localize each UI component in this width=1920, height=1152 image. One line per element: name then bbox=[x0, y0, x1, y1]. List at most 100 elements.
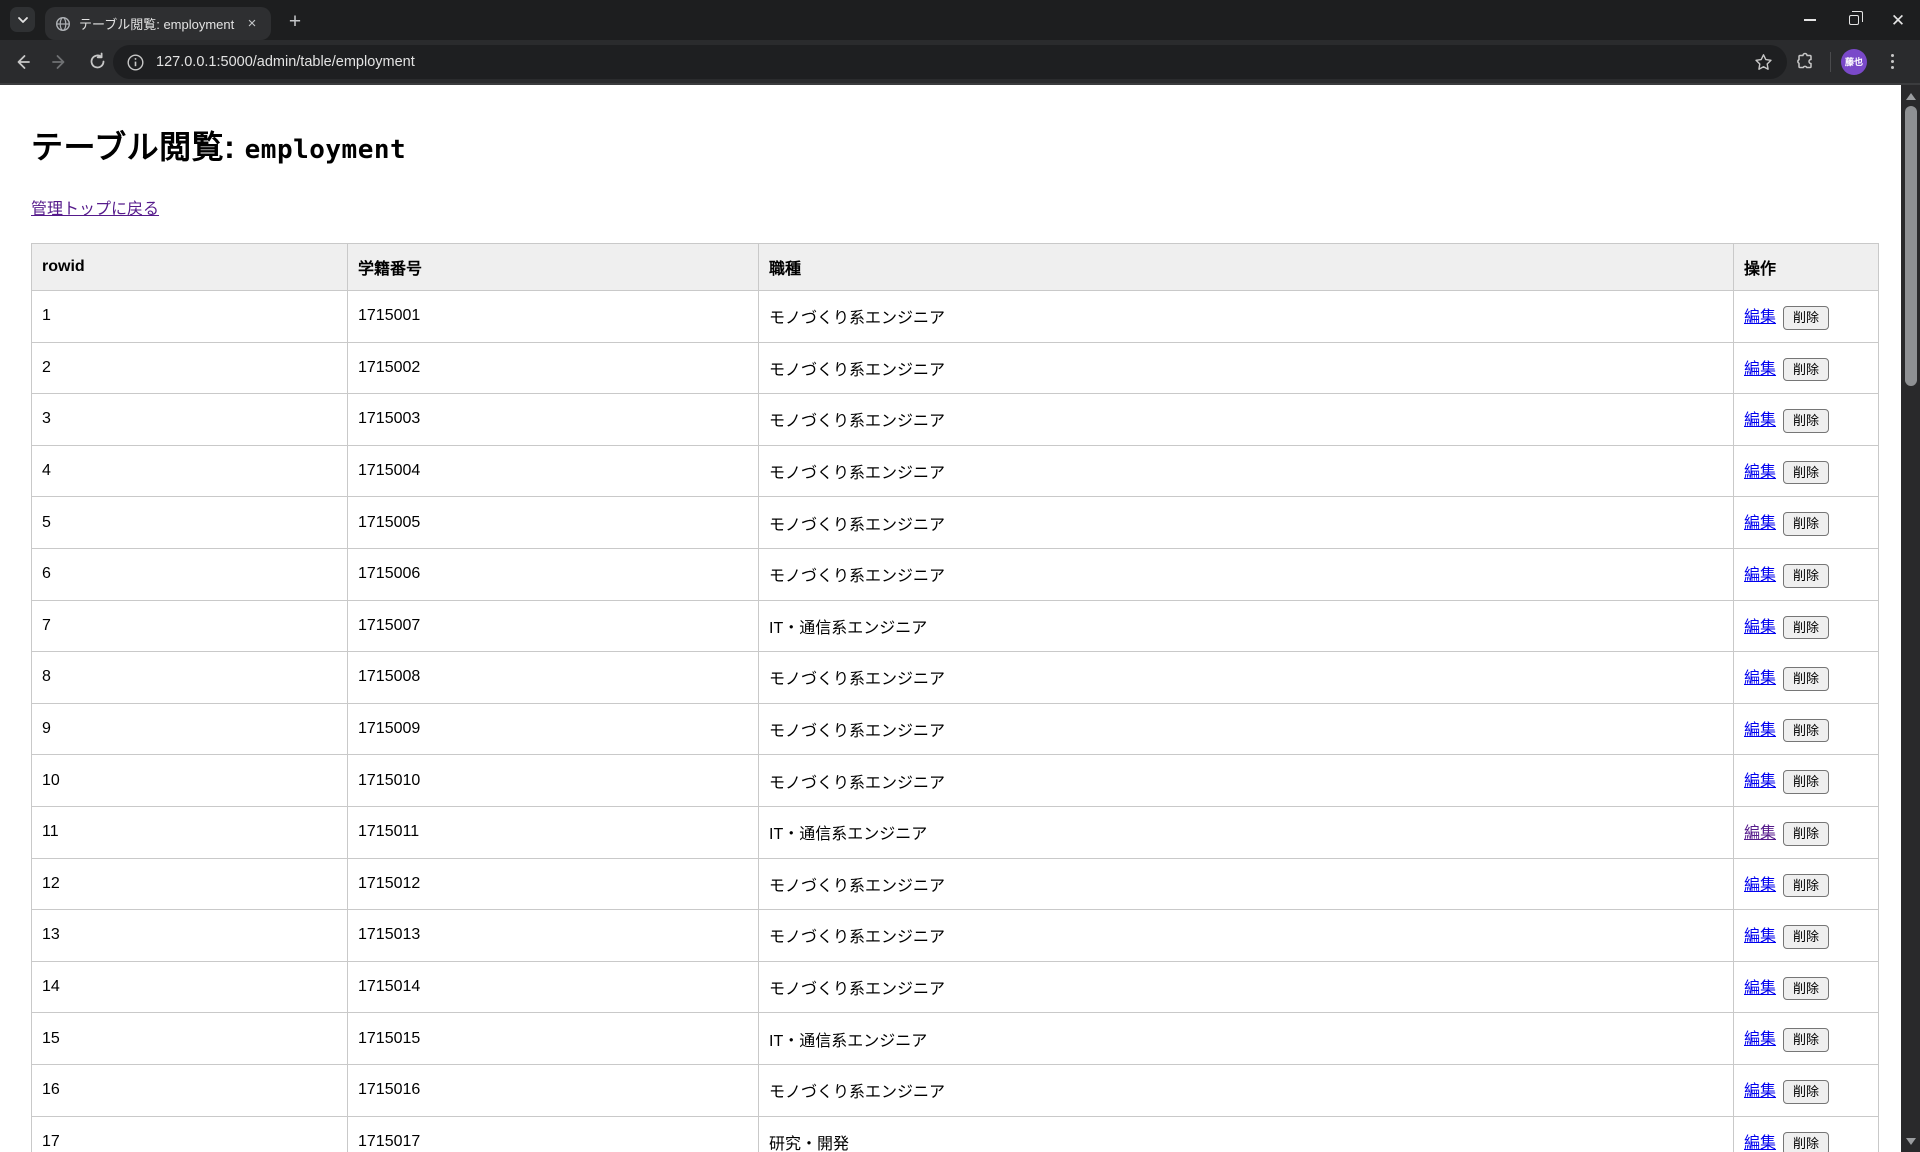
rowid-cell: 13 bbox=[32, 910, 348, 962]
edit-link[interactable]: 編集 bbox=[1744, 928, 1776, 945]
tab-bar: テーブル閲覧: employment × + ✕ bbox=[0, 0, 1920, 40]
scroll-down-icon[interactable] bbox=[1901, 1133, 1920, 1149]
delete-button[interactable]: 削除 bbox=[1783, 977, 1829, 1001]
browser-toolbar: 127.0.0.1:5000/admin/table/employment 藤也 bbox=[0, 40, 1920, 85]
actions-cell: 編集削除 bbox=[1734, 394, 1879, 446]
table-row: 31715003モノづくり系エンジニア編集削除 bbox=[32, 394, 1879, 446]
job-type-cell: モノづくり系エンジニア bbox=[759, 858, 1734, 910]
menu-kebab-icon[interactable] bbox=[1877, 47, 1907, 77]
delete-button[interactable]: 削除 bbox=[1783, 719, 1829, 743]
job-type-cell: モノづくり系エンジニア bbox=[759, 652, 1734, 704]
student-id-cell: 1715009 bbox=[348, 703, 759, 755]
job-type-cell: モノづくり系エンジニア bbox=[759, 394, 1734, 446]
tab-search-button[interactable] bbox=[10, 7, 35, 32]
profile-avatar[interactable]: 藤也 bbox=[1841, 49, 1867, 75]
back-to-admin-link[interactable]: 管理トップに戻る bbox=[31, 201, 159, 218]
browser-tab[interactable]: テーブル閲覧: employment × bbox=[45, 7, 271, 40]
delete-button[interactable]: 削除 bbox=[1783, 925, 1829, 949]
vertical-scrollbar[interactable] bbox=[1901, 85, 1920, 1152]
edit-link[interactable]: 編集 bbox=[1744, 773, 1776, 790]
table-row: 51715005モノづくり系エンジニア編集削除 bbox=[32, 497, 1879, 549]
tab-close-icon[interactable]: × bbox=[243, 15, 261, 33]
bookmark-star-icon[interactable] bbox=[1754, 53, 1773, 72]
delete-button[interactable]: 削除 bbox=[1783, 616, 1829, 640]
scroll-up-icon[interactable] bbox=[1901, 88, 1920, 104]
column-header-actions: 操作 bbox=[1734, 244, 1879, 291]
job-type-cell: モノづくり系エンジニア bbox=[759, 703, 1734, 755]
job-type-cell: モノづくり系エンジニア bbox=[759, 548, 1734, 600]
student-id-cell: 1715003 bbox=[348, 394, 759, 446]
table-row: 161715016モノづくり系エンジニア編集削除 bbox=[32, 1064, 1879, 1116]
rowid-cell: 6 bbox=[32, 548, 348, 600]
delete-button[interactable]: 削除 bbox=[1783, 409, 1829, 433]
delete-button[interactable]: 削除 bbox=[1783, 1028, 1829, 1052]
delete-button[interactable]: 削除 bbox=[1783, 667, 1829, 691]
edit-link[interactable]: 編集 bbox=[1744, 619, 1776, 636]
job-type-cell: モノづくり系エンジニア bbox=[759, 445, 1734, 497]
job-type-cell: モノづくり系エンジニア bbox=[759, 342, 1734, 394]
edit-link[interactable]: 編集 bbox=[1744, 361, 1776, 378]
window-close-icon[interactable]: ✕ bbox=[1876, 0, 1920, 40]
job-type-cell: モノづくり系エンジニア bbox=[759, 961, 1734, 1013]
globe-icon bbox=[55, 16, 71, 32]
edit-link[interactable]: 編集 bbox=[1744, 464, 1776, 481]
new-tab-icon[interactable]: + bbox=[282, 9, 308, 35]
page-viewport: テーブル閲覧: employment 管理トップに戻る rowid 学籍番号 職… bbox=[0, 85, 1901, 1152]
actions-cell: 編集削除 bbox=[1734, 445, 1879, 497]
table-row: 121715012モノづくり系エンジニア編集削除 bbox=[32, 858, 1879, 910]
table-row: 91715009モノづくり系エンジニア編集削除 bbox=[32, 703, 1879, 755]
delete-button[interactable]: 削除 bbox=[1783, 1080, 1829, 1104]
table-row: 81715008モノづくり系エンジニア編集削除 bbox=[32, 652, 1879, 704]
actions-cell: 編集削除 bbox=[1734, 703, 1879, 755]
forward-icon[interactable] bbox=[43, 40, 77, 83]
actions-cell: 編集削除 bbox=[1734, 291, 1879, 343]
restore-icon[interactable] bbox=[1832, 0, 1876, 40]
delete-button[interactable]: 削除 bbox=[1783, 822, 1829, 846]
table-row: 61715006モノづくり系エンジニア編集削除 bbox=[32, 548, 1879, 600]
edit-link[interactable]: 編集 bbox=[1744, 412, 1776, 429]
actions-cell: 編集削除 bbox=[1734, 910, 1879, 962]
column-header-job-type: 職種 bbox=[759, 244, 1734, 291]
job-type-cell: IT・通信系エンジニア bbox=[759, 600, 1734, 652]
rowid-cell: 17 bbox=[32, 1116, 348, 1152]
student-id-cell: 1715007 bbox=[348, 600, 759, 652]
job-type-cell: モノづくり系エンジニア bbox=[759, 910, 1734, 962]
url-text[interactable]: 127.0.0.1:5000/admin/table/employment bbox=[156, 54, 1754, 70]
edit-link[interactable]: 編集 bbox=[1744, 1031, 1776, 1048]
address-bar[interactable]: 127.0.0.1:5000/admin/table/employment bbox=[113, 45, 1787, 79]
actions-cell: 編集削除 bbox=[1734, 961, 1879, 1013]
edit-link[interactable]: 編集 bbox=[1744, 515, 1776, 532]
extensions-icon[interactable] bbox=[1790, 47, 1820, 77]
edit-link[interactable]: 編集 bbox=[1744, 1083, 1776, 1100]
edit-link[interactable]: 編集 bbox=[1744, 825, 1776, 842]
reload-icon[interactable] bbox=[80, 40, 114, 83]
edit-link[interactable]: 編集 bbox=[1744, 670, 1776, 687]
tab-search-chevron-icon bbox=[17, 16, 29, 24]
actions-cell: 編集削除 bbox=[1734, 1116, 1879, 1152]
edit-link[interactable]: 編集 bbox=[1744, 980, 1776, 997]
back-icon[interactable] bbox=[5, 40, 39, 83]
table-row: 101715010モノづくり系エンジニア編集削除 bbox=[32, 755, 1879, 807]
delete-button[interactable]: 削除 bbox=[1783, 564, 1829, 588]
minimize-icon[interactable] bbox=[1788, 0, 1832, 40]
edit-link[interactable]: 編集 bbox=[1744, 722, 1776, 739]
edit-link[interactable]: 編集 bbox=[1744, 309, 1776, 326]
delete-button[interactable]: 削除 bbox=[1783, 358, 1829, 382]
delete-button[interactable]: 削除 bbox=[1783, 306, 1829, 330]
toolbar-right-cluster: 藤也 bbox=[1790, 40, 1907, 83]
delete-button[interactable]: 削除 bbox=[1783, 1132, 1829, 1152]
site-info-icon[interactable] bbox=[127, 54, 144, 71]
edit-link[interactable]: 編集 bbox=[1744, 877, 1776, 894]
delete-button[interactable]: 削除 bbox=[1783, 770, 1829, 794]
delete-button[interactable]: 削除 bbox=[1783, 874, 1829, 898]
delete-button[interactable]: 削除 bbox=[1783, 512, 1829, 536]
edit-link[interactable]: 編集 bbox=[1744, 1135, 1776, 1152]
job-type-cell: IT・通信系エンジニア bbox=[759, 806, 1734, 858]
edit-link[interactable]: 編集 bbox=[1744, 567, 1776, 584]
table-row: 151715015IT・通信系エンジニア編集削除 bbox=[32, 1013, 1879, 1065]
scrollbar-thumb[interactable] bbox=[1905, 106, 1917, 386]
delete-button[interactable]: 削除 bbox=[1783, 461, 1829, 485]
student-id-cell: 1715010 bbox=[348, 755, 759, 807]
rowid-cell: 5 bbox=[32, 497, 348, 549]
window-controls: ✕ bbox=[1788, 0, 1920, 40]
